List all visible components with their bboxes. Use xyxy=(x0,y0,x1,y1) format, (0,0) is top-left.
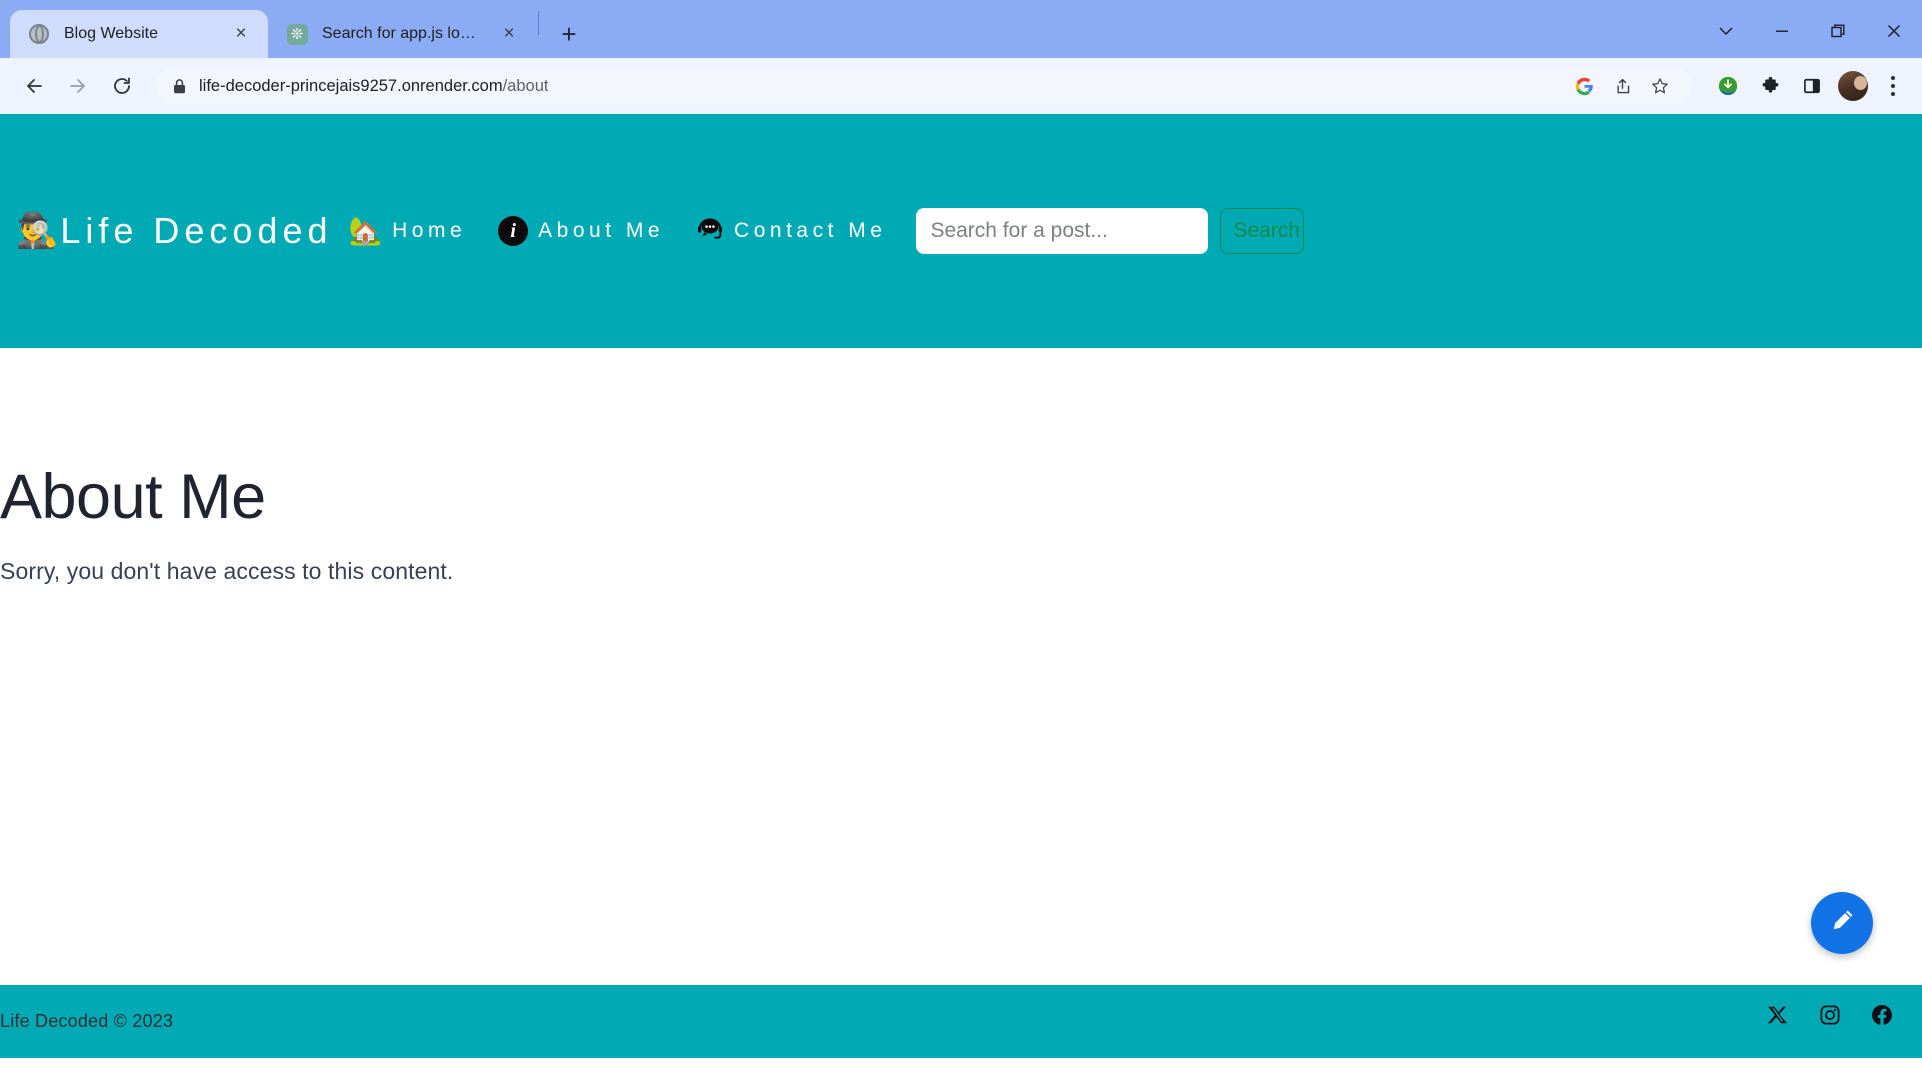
profile-avatar[interactable] xyxy=(1838,71,1868,101)
nav-link-label: Contact Me xyxy=(734,219,887,242)
search-button[interactable]: Search xyxy=(1220,208,1305,254)
info-circle-icon: i xyxy=(498,216,529,246)
access-message: Sorry, you don't have access to this con… xyxy=(0,558,454,584)
close-icon[interactable] xyxy=(1866,10,1922,52)
nav-link-about-me[interactable]: i About Me xyxy=(482,216,680,246)
headset-chat-icon xyxy=(696,216,724,247)
footer-copyright: Life Decoded © 2023 xyxy=(0,1011,174,1031)
page-title: About Me xyxy=(0,462,266,532)
puzzle-icon[interactable] xyxy=(1754,70,1786,102)
forward-arrow-icon[interactable] xyxy=(58,66,98,106)
url-path: /about xyxy=(502,76,549,95)
new-tab-button[interactable]: + xyxy=(549,14,589,54)
google-icon[interactable] xyxy=(1568,70,1600,102)
facebook-icon[interactable] xyxy=(1870,1003,1894,1027)
browser-toolbar: life-decoder-princejais9257.onrender.com… xyxy=(0,58,1922,114)
maximize-icon[interactable] xyxy=(1810,10,1866,52)
tab-title: Search for app.js location xyxy=(322,25,482,42)
tab-close-button[interactable]: × xyxy=(496,21,522,47)
browser-tab-search-for-appjs-location[interactable]: ❊ Search for app.js location × xyxy=(268,10,536,58)
detective-emoji-icon: 🕵️‍♂️ xyxy=(16,212,59,250)
footer-social-links xyxy=(1766,1003,1894,1041)
site-footer: Life Decoded © 2023 xyxy=(0,985,1922,1058)
chatgpt-icon: ❊ xyxy=(286,23,308,45)
reload-icon[interactable] xyxy=(102,66,142,106)
nav-link-contact-me[interactable]: Contact Me xyxy=(680,216,902,247)
nav-link-label: Home xyxy=(392,219,467,242)
browser-tab-blog-website[interactable]: Blog Website × xyxy=(10,10,268,58)
url-text: life-decoder-princejais9257.onrender.com… xyxy=(199,77,548,96)
three-dot-menu-icon[interactable] xyxy=(1878,69,1908,103)
search-input[interactable] xyxy=(916,208,1209,254)
tab-strip: Blog Website × ❊ Search for app.js locat… xyxy=(0,0,1922,58)
nav-link-home[interactable]: 🏡 Home xyxy=(333,215,483,246)
browser-window: Blog Website × ❊ Search for app.js locat… xyxy=(0,0,1922,1090)
globe-icon xyxy=(28,23,50,45)
main-content: About Me Sorry, you don't have access to… xyxy=(0,348,1922,985)
star-icon[interactable] xyxy=(1644,70,1676,102)
pencil-edit-icon xyxy=(1827,906,1857,941)
create-post-fab[interactable] xyxy=(1811,892,1873,954)
omnibox-actions xyxy=(1568,70,1676,102)
idm-icon[interactable] xyxy=(1712,70,1744,102)
window-controls xyxy=(1698,10,1922,58)
side-panel-icon[interactable] xyxy=(1796,70,1828,102)
tab-close-button[interactable]: × xyxy=(228,21,254,47)
back-arrow-icon[interactable] xyxy=(14,66,54,106)
x-twitter-icon[interactable] xyxy=(1766,1003,1790,1027)
tab-title: Blog Website xyxy=(64,25,158,42)
tab-separator xyxy=(538,11,539,35)
instagram-icon[interactable] xyxy=(1818,1003,1842,1027)
share-icon[interactable] xyxy=(1606,70,1638,102)
site-brand[interactable]: 🕵️‍♂️ Life Decoded xyxy=(16,210,333,252)
extension-icons xyxy=(1706,69,1908,103)
house-with-garden-emoji-icon: 🏡 xyxy=(348,215,383,246)
page-viewport: 🕵️‍♂️ Life Decoded 🏡 Home i About Me xyxy=(0,114,1922,1090)
post-search-form: Search xyxy=(916,208,1305,254)
nav-link-label: About Me xyxy=(538,219,665,242)
chevron-down-icon[interactable] xyxy=(1698,10,1754,52)
site-nav: 🏡 Home i About Me Contact Me xyxy=(333,216,903,247)
site-header: 🕵️‍♂️ Life Decoded 🏡 Home i About Me xyxy=(0,114,1922,348)
brand-name: Life Decoded xyxy=(60,210,333,251)
lock-icon xyxy=(172,78,187,95)
minimize-icon[interactable] xyxy=(1754,10,1810,52)
address-bar[interactable]: life-decoder-princejais9257.onrender.com… xyxy=(156,67,1692,105)
url-host: life-decoder-princejais9257.onrender.com xyxy=(199,76,503,95)
